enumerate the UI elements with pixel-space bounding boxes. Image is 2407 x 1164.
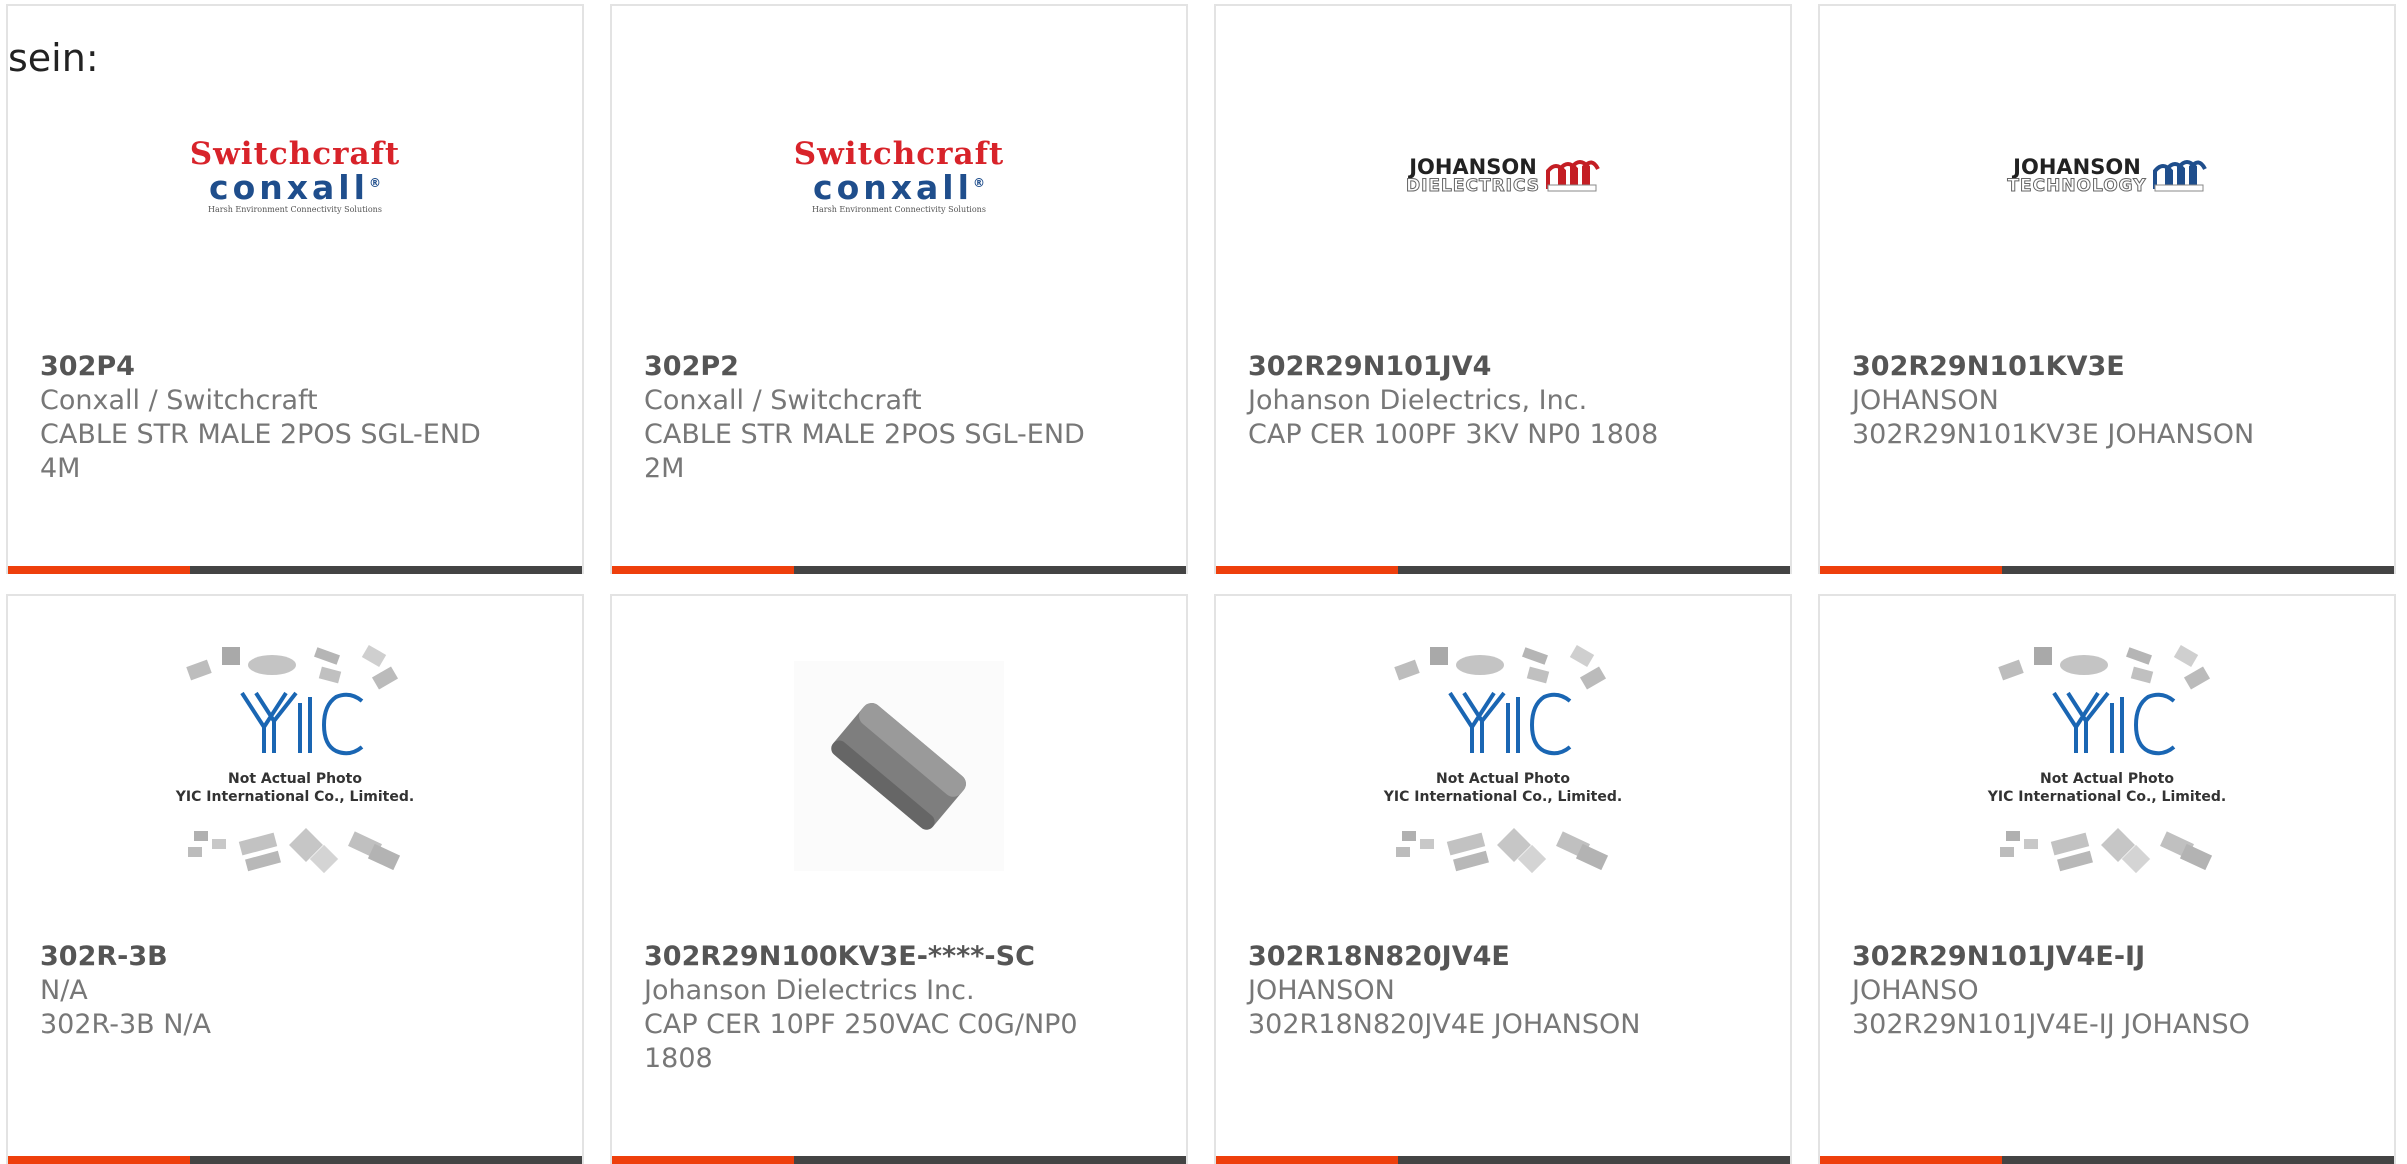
wave-icon [2152, 160, 2207, 192]
card-accent-bar [612, 1156, 1186, 1164]
manufacturer: JOHANSON [1852, 385, 1999, 416]
card-accent-bar [1820, 1156, 2394, 1164]
card-accent-bar [612, 566, 1186, 574]
logo-line2: conxall® [813, 167, 985, 207]
yic-placeholder-icon: Not Actual Photo YIC International Co., … [1987, 644, 2226, 874]
product-grid: Switchcraft conxall® Harsh Environment C… [0, 0, 2407, 1164]
logo-line1: JOHANSON [1409, 155, 1537, 179]
product-card[interactable]: 302R29N100KV3E-****-SC Johanson Dielectr… [610, 594, 1188, 1164]
svg-text:Not Actual Photo: Not Actual Photo [1436, 771, 1570, 787]
logo-tagline: Harsh Environment Connectivity Solutions [208, 204, 382, 214]
manufacturer: Johanson Dielectrics, Inc. [1248, 385, 1588, 416]
description: 302R18N820JV4E JOHANSON [1248, 1009, 1641, 1040]
placeholder-image: Not Actual Photo YIC International Co., … [1216, 644, 1790, 881]
product-photo [612, 651, 1186, 881]
manufacturer: Conxall / Switchcraft [40, 385, 318, 416]
manufacturer-logo: JOHANSON TECHNOLOGY [1820, 61, 2394, 291]
manufacturer: JOHANSO [1852, 975, 1979, 1006]
product-card[interactable]: Switchcraft conxall® Harsh Environment C… [6, 4, 584, 574]
logo-line1: JOHANSON [2013, 155, 2141, 179]
part-number[interactable]: 302R29N101JV4 [1248, 350, 1766, 384]
part-number[interactable]: 302P4 [40, 350, 558, 384]
placeholder-image: Not Actual Photo YIC International Co., … [1820, 644, 2394, 881]
manufacturer: Johanson Dielectrics Inc. [644, 975, 975, 1006]
product-card[interactable]: JOHANSON DIELECTRICS 302R29N101JV4 Johan… [1214, 4, 1792, 574]
logo-line2: TECHNOLOGY [2007, 176, 2147, 196]
svg-text:Not Actual Photo: Not Actual Photo [2040, 771, 2174, 787]
part-number[interactable]: 302R29N101JV4E-IJ [1852, 940, 2370, 974]
yic-placeholder-icon: Not Actual Photo YIC International Co., … [1383, 644, 1622, 874]
ceramic-capacitor-photo-icon [794, 661, 1004, 871]
svg-text:Not Actual Photo: Not Actual Photo [228, 771, 362, 787]
card-accent-bar [1216, 1156, 1790, 1164]
description: CABLE STR MALE 2POS SGL-END 4M [40, 419, 481, 484]
card-accent-bar [8, 566, 582, 574]
wave-icon [1546, 160, 1600, 192]
svg-text:YIC International Co., Limited: YIC International Co., Limited. [175, 789, 414, 805]
product-card[interactable]: Not Actual Photo YIC International Co., … [1214, 594, 1792, 1164]
manufacturer-logo: JOHANSON DIELECTRICS [1216, 61, 1790, 291]
part-number[interactable]: 302R18N820JV4E [1248, 940, 1766, 974]
description: 302R29N101JV4E-IJ JOHANSO [1852, 1009, 2250, 1040]
intro-text: sein: [8, 36, 99, 80]
placeholder-image: Not Actual Photo YIC International Co., … [8, 644, 582, 881]
description: CAP CER 100PF 3KV NP0 1808 [1248, 419, 1659, 450]
logo-line1: Switchcraft [189, 135, 401, 172]
description: CAP CER 10PF 250VAC C0G/NP0 1808 [644, 1009, 1078, 1074]
svg-text:YIC International Co., Limited: YIC International Co., Limited. [1383, 789, 1622, 805]
product-card[interactable]: Switchcraft conxall® Harsh Environment C… [610, 4, 1188, 574]
manufacturer: Conxall / Switchcraft [644, 385, 922, 416]
part-number[interactable]: 302P2 [644, 350, 1162, 384]
card-accent-bar [8, 1156, 582, 1164]
manufacturer: JOHANSON [1248, 975, 1395, 1006]
logo-tagline: Harsh Environment Connectivity Solutions [812, 204, 986, 214]
description: 302R29N101KV3E JOHANSON [1852, 419, 2255, 450]
manufacturer-logo: Switchcraft conxall® Harsh Environment C… [8, 61, 582, 291]
product-card[interactable]: JOHANSON TECHNOLOGY 302R29N101KV3E JOHAN… [1818, 4, 2396, 574]
card-accent-bar [1820, 566, 2394, 574]
part-number[interactable]: 302R-3B [40, 940, 558, 974]
manufacturer-logo: Switchcraft conxall® Harsh Environment C… [612, 61, 1186, 291]
description: 302R-3B N/A [40, 1009, 211, 1040]
card-accent-bar [1216, 566, 1790, 574]
product-card[interactable]: Not Actual Photo YIC International Co., … [6, 594, 584, 1164]
description: CABLE STR MALE 2POS SGL-END 2M [644, 419, 1085, 484]
product-card[interactable]: Not Actual Photo YIC International Co., … [1818, 594, 2396, 1164]
logo-line1: Switchcraft [793, 135, 1005, 172]
manufacturer: N/A [40, 975, 88, 1006]
yic-placeholder-icon: Not Actual Photo YIC International Co., … [175, 644, 414, 874]
logo-line2: conxall® [209, 167, 381, 207]
logo-line2: DIELECTRICS [1405, 176, 1541, 196]
part-number[interactable]: 302R29N101KV3E [1852, 350, 2370, 384]
part-number[interactable]: 302R29N100KV3E-****-SC [644, 940, 1162, 974]
svg-text:YIC International Co., Limited: YIC International Co., Limited. [1987, 789, 2226, 805]
